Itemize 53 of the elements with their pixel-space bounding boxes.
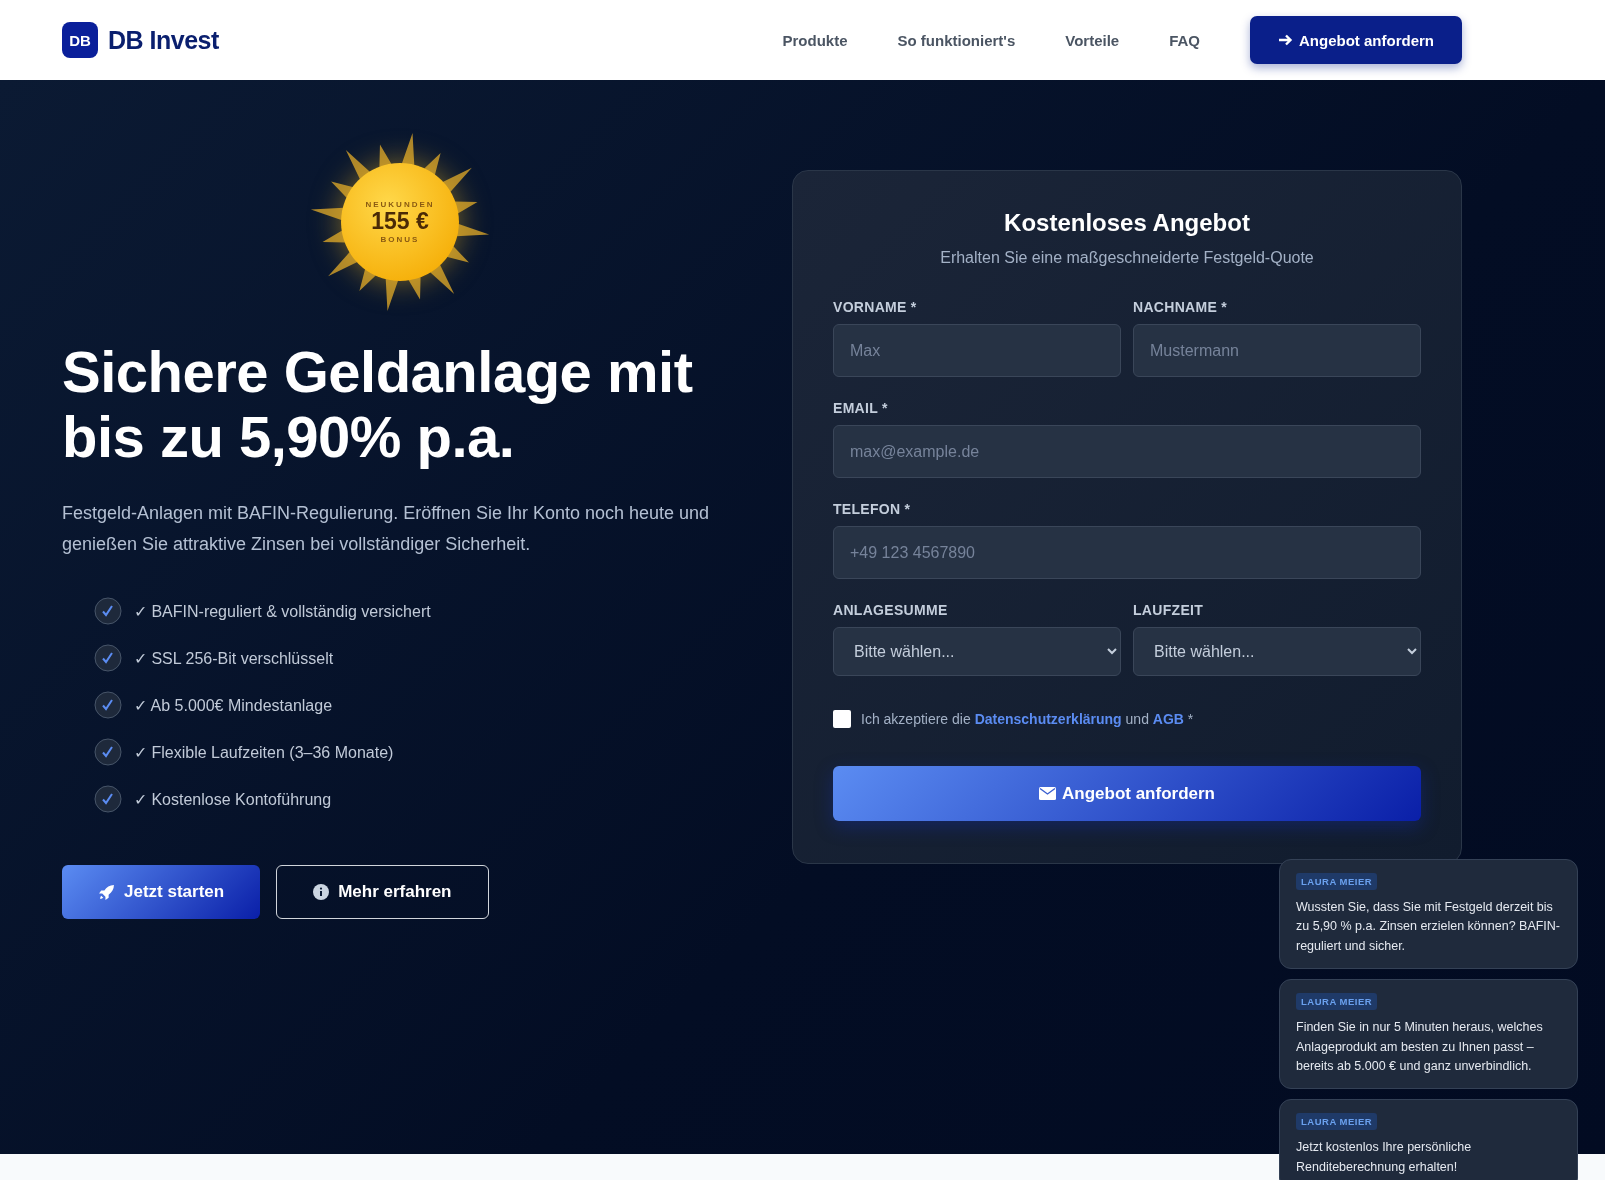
hero-lead: Festgeld-Anlagen mit BAFIN-Regulierung. Eröffnen Sie Ihr Konto noch heute und genießen Sie attraktive Zinsen bei vollständiger Sicherheit. bbox=[62, 501, 711, 556]
arrow-right-icon bbox=[1278, 33, 1293, 47]
logo-mark[interactable]: DB bbox=[62, 22, 98, 58]
sender-tag: LAURA MEIER bbox=[1296, 993, 1378, 1011]
input-field[interactable]: Mustermann bbox=[1133, 324, 1421, 377]
check-icon bbox=[94, 691, 122, 720]
field-label: TELEFON * bbox=[833, 501, 912, 517]
sender-tag: LAURA MEIER bbox=[1296, 873, 1378, 890]
start-button[interactable]: Jetzt starten bbox=[62, 865, 261, 920]
consent-checkbox[interactable] bbox=[833, 710, 851, 728]
form-title: Kostenloses Angebot bbox=[1003, 209, 1251, 237]
input-field[interactable]: Max bbox=[833, 324, 1121, 377]
field-label: VORNAME * bbox=[833, 299, 918, 315]
check-icon bbox=[94, 597, 122, 626]
offer-button[interactable]: Angebot anfordern bbox=[1250, 16, 1462, 64]
check-icon bbox=[94, 738, 122, 767]
check-icon bbox=[94, 785, 122, 814]
nav-link[interactable]: Vorteile bbox=[1065, 31, 1120, 49]
badge-amount: 155 € bbox=[371, 209, 429, 235]
consent-text: Ich akzeptiere die Datenschutzerklärung und AGB * bbox=[861, 711, 1194, 727]
feature-text: ✓ Kostenlose Kontoführung bbox=[134, 789, 332, 809]
field-label: EMAIL * bbox=[833, 400, 889, 416]
feature-text: ✓ SSL 256-Bit verschlüsselt bbox=[134, 648, 334, 668]
badge-label: NEUKUNDEN bbox=[365, 200, 435, 210]
feature-text: ✓ BAFIN-reguliert & vollständig versichert bbox=[134, 601, 431, 621]
envelope-icon bbox=[1039, 787, 1056, 800]
field-label: LAUFZEIT bbox=[1133, 602, 1205, 618]
check-icon bbox=[94, 644, 122, 673]
feature-text: ✓ Flexible Laufzeiten (3–36 Monate) bbox=[134, 742, 394, 762]
field-label: NACHNAME * bbox=[1133, 299, 1228, 315]
feature-text: ✓ Ab 5.000€ Mindestanlage bbox=[134, 695, 333, 715]
chat-message: Finden Sie in nur 5 Minuten heraus, welches Anlageprodukt am besten zu Ihnen passt – bereits ab 5.000 € und ganz unverbindlich. bbox=[1296, 1019, 1544, 1075]
chat-message: Jetzt kostenlos Ihre persönliche Renditeberechnung erhalten! bbox=[1296, 1139, 1473, 1176]
info-icon bbox=[313, 884, 330, 901]
nav-link[interactable]: Produkte bbox=[782, 31, 848, 49]
privacy-link[interactable]: Datenschutzerklärung bbox=[974, 711, 1122, 727]
sender-tag: LAURA MEIER bbox=[1296, 1113, 1378, 1131]
badge-label: BONUS bbox=[380, 234, 420, 244]
submit-button[interactable]: Angebot anfordern bbox=[833, 766, 1421, 821]
logo-text[interactable]: DB Invest bbox=[108, 25, 219, 55]
hero-title: Sichere Geldanlage mit bis zu 5,90% p.a. bbox=[62, 340, 694, 470]
terms-link[interactable]: AGB bbox=[1152, 711, 1184, 727]
input-field[interactable]: +49 123 4567890 bbox=[833, 526, 1421, 579]
field-label: ANLAGESUMME bbox=[833, 602, 949, 618]
chat-message: Wussten Sie, dass Sie mit Festgeld derzeit bis zu 5,90 % p.a. Zinsen erzielen können? BAFIN-reguliert und sicher. bbox=[1296, 899, 1561, 955]
input-field[interactable]: max@example.de bbox=[833, 425, 1421, 478]
nav-link[interactable]: FAQ bbox=[1169, 31, 1200, 49]
learn-more-button[interactable]: Mehr erfahren bbox=[276, 865, 489, 920]
select-field[interactable]: Bitte wählen... bbox=[1133, 627, 1421, 676]
form-subtitle: Erhalten Sie eine maßgeschneiderte Festgeld-Quote bbox=[939, 249, 1315, 267]
rocket-icon bbox=[98, 883, 115, 901]
select-field[interactable]: Bitte wählen... bbox=[833, 627, 1121, 676]
nav-link[interactable]: So funktioniert's bbox=[897, 31, 1016, 49]
